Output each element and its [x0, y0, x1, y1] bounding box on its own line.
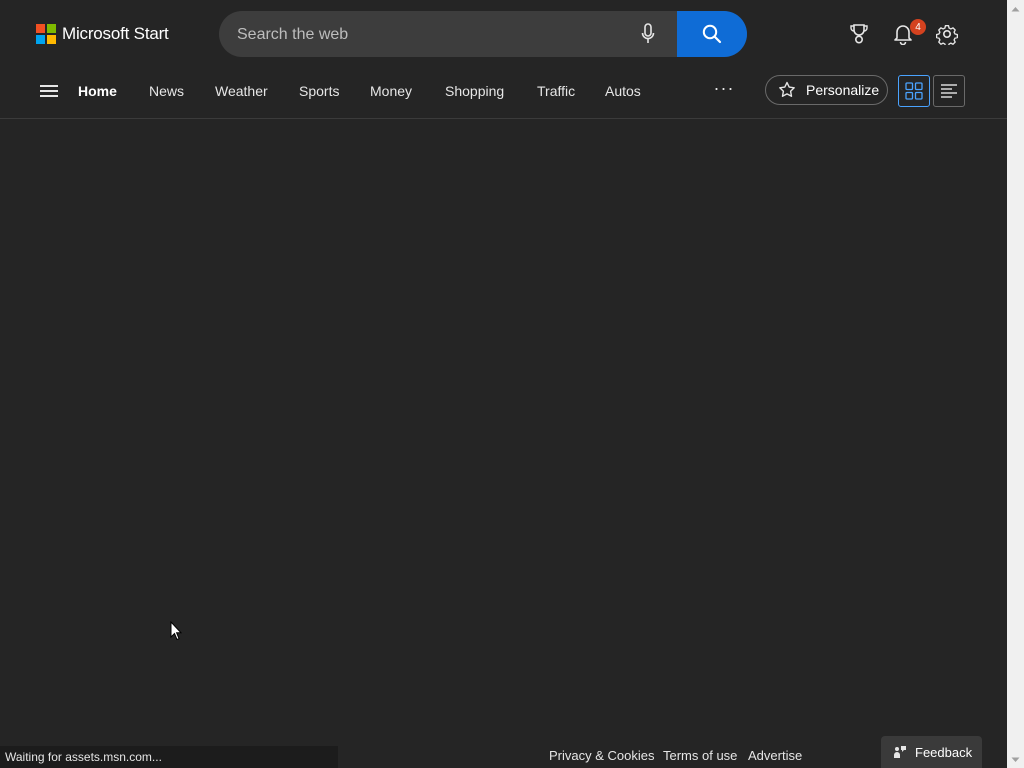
- grid-view-icon: [905, 82, 923, 100]
- terms-of-use-link[interactable]: Terms of use: [663, 748, 737, 763]
- status-bar: Waiting for assets.msn.com...: [0, 746, 338, 768]
- trophy-icon[interactable]: [847, 22, 871, 46]
- vertical-scrollbar[interactable]: [1007, 0, 1024, 768]
- feedback-button[interactable]: Feedback: [881, 736, 982, 768]
- microphone-icon[interactable]: [636, 22, 660, 46]
- microsoft-logo-icon: [36, 24, 56, 44]
- nav-item-traffic[interactable]: Traffic: [537, 82, 575, 100]
- nav-item-weather[interactable]: Weather: [215, 82, 268, 100]
- search-button[interactable]: [677, 11, 747, 57]
- nav-item-money[interactable]: Money: [370, 82, 412, 100]
- search-input[interactable]: [235, 11, 629, 57]
- nav-item-autos[interactable]: Autos: [605, 82, 641, 100]
- feedback-icon: [894, 746, 906, 758]
- page: Microsoft Start Search the web 4 Home Ne…: [0, 0, 1007, 768]
- grid-view-button[interactable]: [898, 75, 930, 107]
- list-view-button[interactable]: [933, 75, 965, 107]
- scroll-down-arrow-icon[interactable]: [1007, 751, 1024, 768]
- scroll-up-arrow-icon[interactable]: [1007, 0, 1024, 17]
- personalize-label: Personalize: [806, 82, 880, 98]
- nav-item-news[interactable]: News: [149, 82, 184, 100]
- search-icon: [702, 24, 722, 44]
- gear-icon[interactable]: [935, 22, 959, 46]
- advertise-link[interactable]: Advertise: [748, 748, 802, 763]
- privacy-cookies-link[interactable]: Privacy & Cookies: [549, 748, 654, 763]
- header: Microsoft Start Search the web 4 Home Ne…: [0, 0, 1007, 119]
- nav-item-sports[interactable]: Sports: [299, 82, 339, 100]
- feedback-label: Feedback: [915, 744, 973, 760]
- personalize-button[interactable]: Personalize: [765, 75, 888, 105]
- brand[interactable]: Microsoft Start: [36, 23, 169, 45]
- nav-item-home[interactable]: Home: [78, 82, 117, 100]
- notification-badge: 4: [910, 19, 926, 35]
- sparkle-star-icon: [779, 81, 795, 97]
- search-box: [219, 11, 747, 57]
- mouse-pointer-icon: [170, 621, 182, 641]
- nav-item-shopping[interactable]: Shopping: [445, 82, 504, 100]
- more-nav-button[interactable]: ···: [712, 79, 736, 102]
- list-view-icon: [941, 84, 957, 98]
- brand-name: Microsoft Start: [62, 24, 169, 43]
- hamburger-icon[interactable]: [40, 82, 60, 100]
